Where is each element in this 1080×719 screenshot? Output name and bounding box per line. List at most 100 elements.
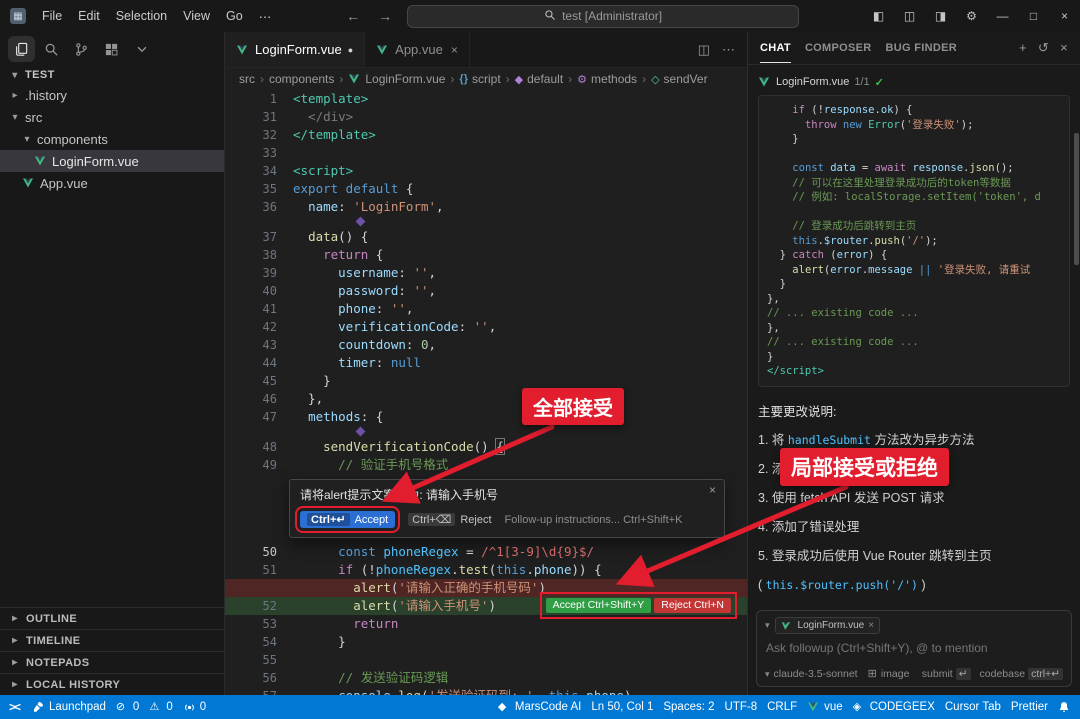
forward-icon[interactable]: →	[375, 8, 395, 24]
bell-icon	[1058, 701, 1071, 714]
menu-view[interactable]: View	[175, 0, 218, 32]
status-0[interactable]: ⚠0	[144, 695, 177, 719]
diff-accept-button[interactable]: Accept Ctrl+Shift+Y	[546, 598, 652, 613]
close-icon[interactable]: ×	[1060, 40, 1068, 56]
section-timeline[interactable]: ▸TIMELINE	[0, 629, 224, 651]
status-remote[interactable]: ><	[4, 695, 27, 719]
code-text: if (!phoneRegex.test(this.phone)) {	[293, 561, 747, 579]
split-editor-icon[interactable]: ◫	[698, 42, 710, 58]
tree-item-loginform-vue[interactable]: LoginForm.vue	[0, 150, 224, 172]
tab-loginform-vue[interactable]: LoginForm.vue●	[225, 32, 365, 67]
tree-item-app-vue[interactable]: App.vue	[0, 172, 224, 194]
layout-panel-icon[interactable]: ◫	[894, 0, 925, 32]
close-icon[interactable]: ×	[451, 43, 458, 57]
section-local-history[interactable]: ▸LOCAL HISTORY	[0, 673, 224, 695]
status-launchpad[interactable]: Launchpad	[27, 695, 111, 719]
chat-input-box[interactable]: ▾ LoginForm.vue × Ask followup (Ctrl+Shi…	[756, 610, 1072, 687]
context-file-chip[interactable]: LoginForm.vue ×	[775, 617, 881, 634]
code-text: timer: null	[293, 354, 747, 372]
menu-[interactable]: ⋯	[251, 0, 280, 32]
tree-item-src[interactable]: ▾src	[0, 106, 224, 128]
status-bell[interactable]	[1053, 695, 1076, 719]
status-cursor-tab[interactable]: Cursor Tab	[940, 695, 1006, 719]
status-prettier[interactable]: Prettier	[1006, 695, 1053, 719]
section-notepads[interactable]: ▸NOTEPADS	[0, 651, 224, 673]
codebase-kbd: ctrl+↵	[1028, 668, 1063, 680]
code-token: if	[338, 562, 353, 577]
codebase-button[interactable]: codebase ctrl+↵	[980, 668, 1063, 680]
chat-scrollbar[interactable]	[1074, 133, 1079, 265]
status-crlf[interactable]: CRLF	[762, 695, 802, 719]
tree-item--history[interactable]: ▸.history	[0, 84, 224, 106]
model-selector[interactable]: ▾ claude-3.5-sonnet	[765, 668, 858, 680]
image-button[interactable]: ⊞ image	[868, 668, 910, 680]
code-token: ,	[436, 199, 444, 214]
inline-reject-button[interactable]: Ctrl+⌫ Reject	[408, 513, 491, 526]
back-icon[interactable]: ←	[343, 8, 363, 24]
status-ln-50-col-1[interactable]: Ln 50, Col 1	[586, 695, 658, 719]
code-text: <script>	[293, 162, 747, 180]
status-0[interactable]: ⊘0	[111, 695, 144, 719]
settings-gear-icon[interactable]: ⚙	[956, 0, 987, 32]
command-center-search[interactable]: test [Administrator]	[407, 5, 799, 28]
diff-reject-button[interactable]: Reject Ctrl+N	[654, 598, 731, 613]
code-token: '请输入手机号'	[398, 598, 488, 613]
explorer-header[interactable]: ▾ TEST	[0, 66, 224, 84]
source-control-icon[interactable]	[68, 36, 95, 62]
code-text: // 发送验证码逻辑	[293, 669, 747, 687]
files-icon[interactable]	[8, 36, 35, 62]
extensions-icon[interactable]	[98, 36, 125, 62]
close-icon[interactable]: ×	[1049, 0, 1080, 32]
chat-tab-chat[interactable]: CHAT	[760, 34, 791, 63]
breadcrumb-loginform-vue[interactable]: LoginForm.vue	[348, 72, 445, 86]
history-icon[interactable]: ↺	[1038, 40, 1049, 56]
status-utf-8[interactable]: UTF-8	[720, 695, 763, 719]
layout-sidebar-right-icon[interactable]: ◨	[925, 0, 956, 32]
section-outline[interactable]: ▸OUTLINE	[0, 607, 224, 629]
tree-item-components[interactable]: ▾components	[0, 128, 224, 150]
breadcrumb-default[interactable]: ◆default	[515, 72, 564, 86]
minimize-icon[interactable]: —	[987, 0, 1018, 32]
breadcrumb-methods[interactable]: ⚙methods	[577, 72, 637, 86]
status-spaces-2[interactable]: Spaces: 2	[658, 695, 719, 719]
status-codegeex[interactable]: ◈CODEGEEX	[848, 695, 940, 719]
summary-text: 5. 登录成功后使用 Vue Router 跳转到主页	[758, 549, 992, 563]
maximize-icon[interactable]: □	[1018, 0, 1049, 32]
chat-tab-bug-finder[interactable]: BUG FINDER	[886, 42, 957, 54]
chat-content[interactable]: LoginForm.vue 1/1 ✓ if (!response.ok) { …	[748, 65, 1080, 604]
code-token: // 发送验证码逻辑	[293, 670, 448, 685]
chat-input-placeholder[interactable]: Ask followup (Ctrl+Shift+Y), @ to mentio…	[765, 639, 1063, 663]
followup-instructions[interactable]: Follow-up instructions... Ctrl+Shift+K	[505, 514, 683, 526]
chevron-down-icon[interactable]: ▾	[765, 620, 770, 631]
breadcrumb-script[interactable]: {}script	[459, 72, 500, 86]
remove-context-icon[interactable]: ×	[868, 620, 874, 631]
layout-sidebar-left-icon[interactable]: ◧	[863, 0, 894, 32]
breadcrumb-components[interactable]: components	[269, 72, 334, 86]
code-token: ();	[995, 162, 1014, 174]
menu-file[interactable]: File	[34, 0, 70, 32]
breadcrumb-src[interactable]: src	[239, 72, 255, 86]
more-icon[interactable]: ⋯	[722, 42, 735, 58]
code-token	[767, 119, 805, 131]
code-editor[interactable]: 1<template>31 </div>32</template>3334<sc…	[225, 90, 747, 695]
line-number: 49	[225, 456, 293, 474]
chevron-down-icon[interactable]	[128, 36, 155, 62]
menu-go[interactable]: Go	[218, 0, 251, 32]
chat-file-header[interactable]: LoginForm.vue 1/1 ✓	[758, 72, 1070, 92]
submit-button[interactable]: submit ↵	[922, 668, 971, 680]
menu-selection[interactable]: Selection	[108, 0, 175, 32]
code-token: :	[376, 301, 391, 316]
inline-accept-button[interactable]: Ctrl+↵ Accept	[300, 511, 395, 528]
search-icon[interactable]	[38, 36, 65, 62]
status-vue[interactable]: vue	[802, 695, 848, 719]
breadcrumb-label: script	[472, 72, 501, 86]
breadcrumb-sendver[interactable]: ◇sendVer	[651, 72, 708, 86]
new-chat-icon[interactable]: +	[1019, 40, 1027, 56]
chat-tab-composer[interactable]: COMPOSER	[805, 42, 872, 54]
menu-edit[interactable]: Edit	[70, 0, 108, 32]
close-icon[interactable]: ×	[709, 483, 716, 497]
status-marscode-ai[interactable]: ◆MarsCode AI	[493, 695, 586, 719]
code-token: },	[293, 391, 323, 406]
status-0[interactable]: 0	[178, 695, 211, 719]
tab-app-vue[interactable]: App.vue×	[365, 32, 470, 67]
